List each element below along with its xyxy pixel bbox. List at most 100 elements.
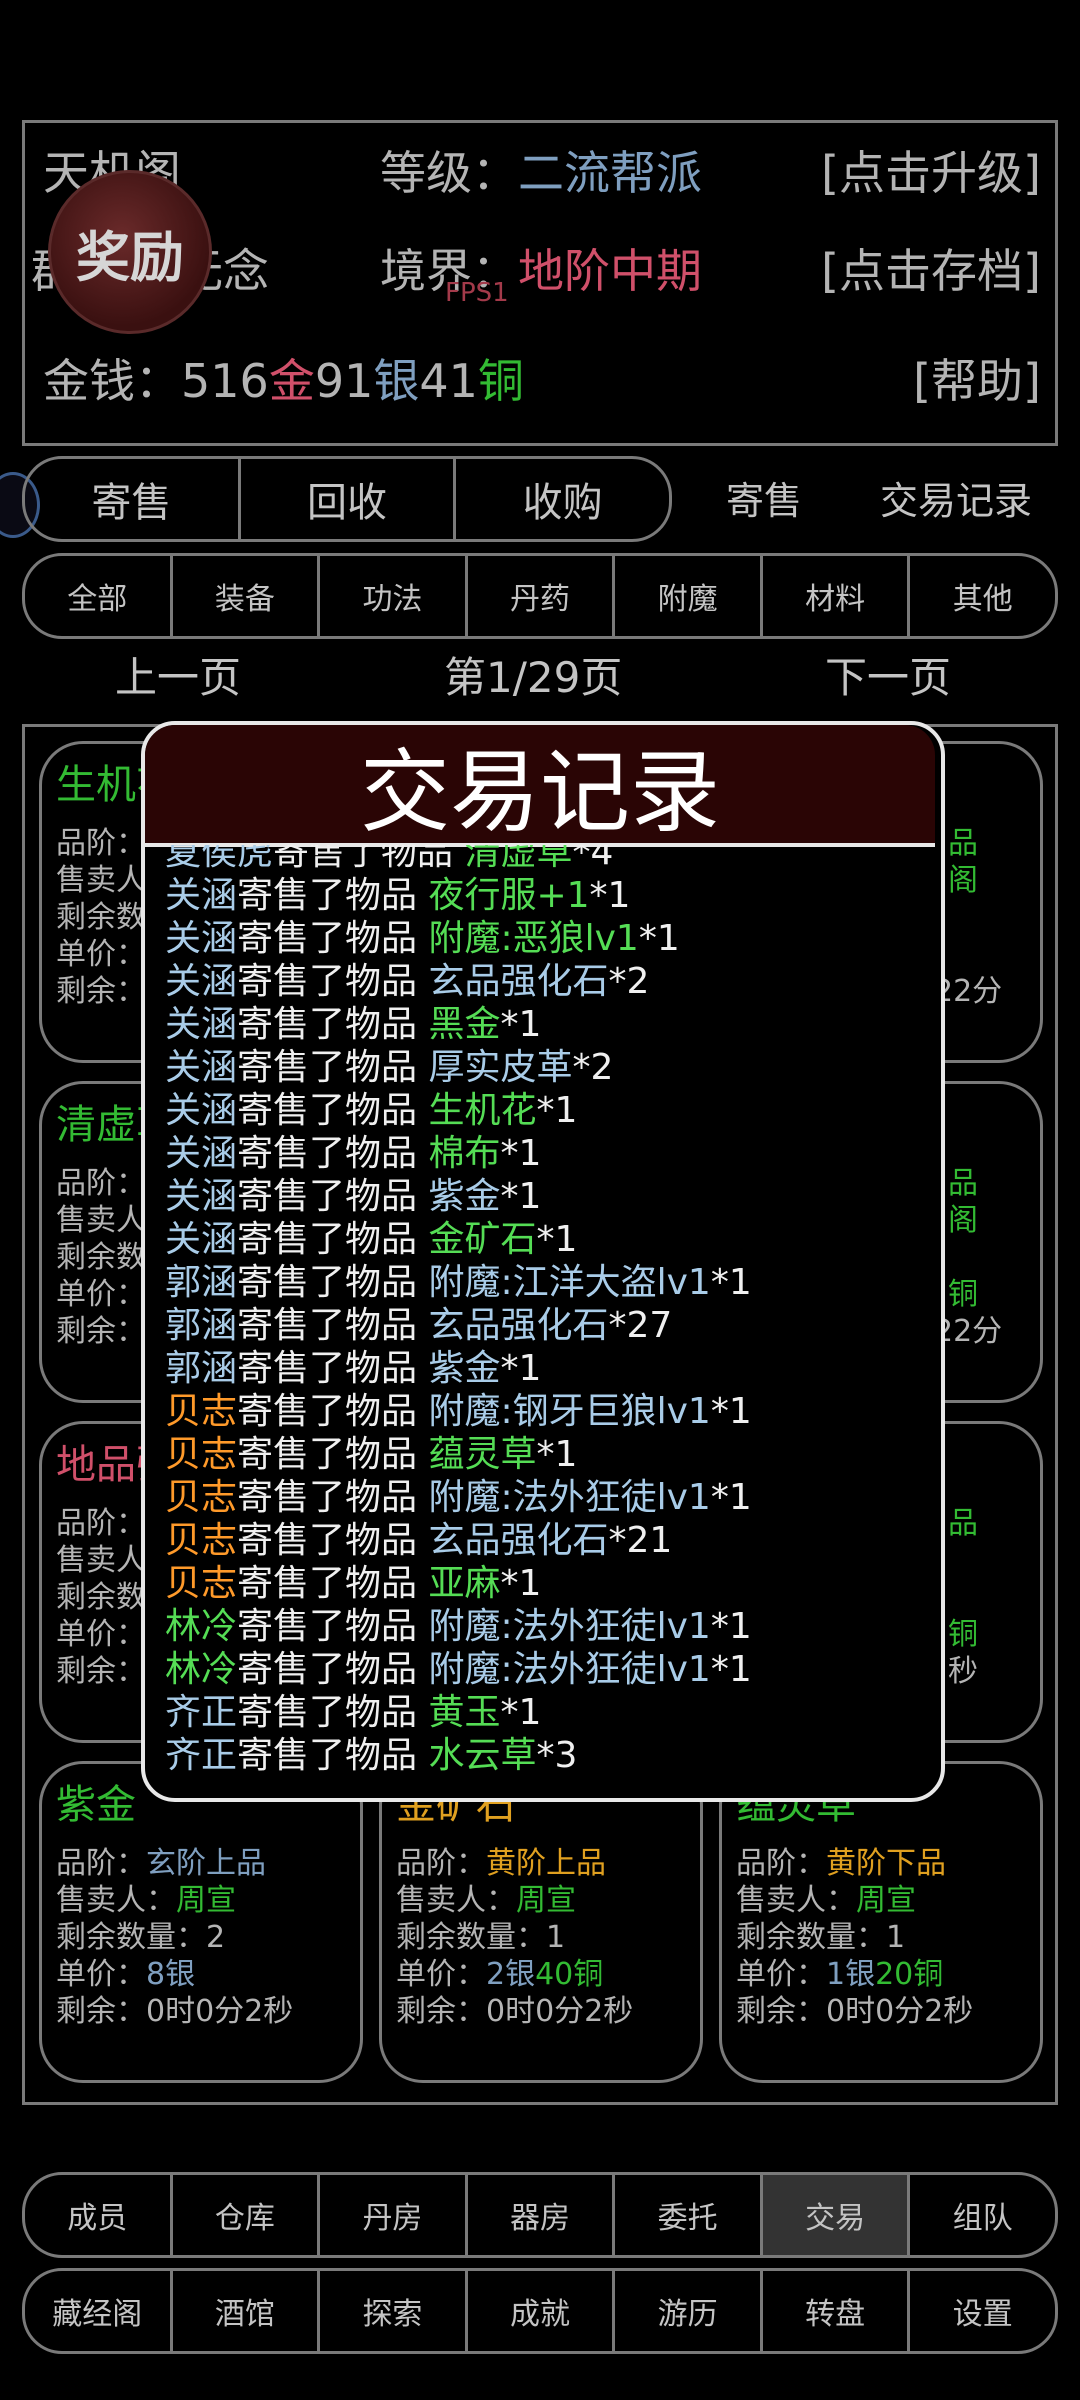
category-materials[interactable]: 材料 bbox=[763, 556, 911, 636]
listing-card[interactable]: 蕴灵草 品阶：黄阶下品 售卖人：周宣 剩余数量：1 单价：1银20铜 剩余：0时… bbox=[719, 1761, 1043, 2083]
category-equipment[interactable]: 装备 bbox=[173, 556, 321, 636]
record-item: 玄品强化石 bbox=[428, 961, 609, 1002]
record-verb: 寄售了物品 bbox=[237, 1348, 429, 1389]
item-remaining: 0时0分2秒 bbox=[826, 1994, 974, 2029]
record-item: 附魔:法外狂徒lv1 bbox=[428, 1649, 711, 1690]
remaining-label: 剩余： bbox=[56, 974, 146, 1009]
nav-library[interactable]: 藏经阁 bbox=[25, 2271, 173, 2351]
record-player: 贝志 bbox=[165, 1477, 238, 1518]
reward-button[interactable]: 奖励 bbox=[48, 170, 212, 334]
record-player: 贝志 bbox=[165, 1563, 238, 1604]
listing-card[interactable]: 紫金 品阶：玄阶上品 售卖人：周宣 剩余数量：2 单价：8银 剩余：0时0分2秒 bbox=[39, 1761, 363, 2083]
nav-warehouse[interactable]: 仓库 bbox=[173, 2175, 321, 2255]
record-quantity: *1 bbox=[500, 1348, 542, 1389]
trade-record-row: 关涵寄售了物品 厚实皮革*2 bbox=[165, 1046, 613, 1089]
category-skills[interactable]: 功法 bbox=[320, 556, 468, 636]
gold-unit: 金 bbox=[268, 354, 315, 408]
record-verb: 寄售了物品 bbox=[237, 1606, 429, 1647]
silver-amount: 91 bbox=[314, 354, 374, 408]
remaining-label: 剩余： bbox=[736, 1994, 826, 2029]
record-verb: 寄售了物品 bbox=[273, 845, 465, 873]
record-quantity: *1 bbox=[710, 1262, 752, 1303]
record-item: 紫金 bbox=[428, 1348, 501, 1389]
record-verb: 寄售了物品 bbox=[237, 875, 429, 916]
trade-record-row: 齐正寄售了物品 黄玉*1 bbox=[165, 1691, 541, 1734]
record-quantity: *1 bbox=[710, 1391, 752, 1432]
record-item: 附魔:法外狂徒lv1 bbox=[428, 1477, 711, 1518]
record-verb: 寄售了物品 bbox=[237, 1563, 429, 1604]
category-pills[interactable]: 丹药 bbox=[468, 556, 616, 636]
nav-alchemy-room[interactable]: 丹房 bbox=[320, 2175, 468, 2255]
record-player: 贝志 bbox=[165, 1391, 238, 1432]
record-player: 关涵 bbox=[165, 1133, 238, 1174]
trade-records-list[interactable]: 夏侯虎寄售了物品 清虚草*4 关涵寄售了物品 夜行服+1*1 关涵寄售了物品 附魔:… bbox=[165, 845, 925, 1780]
save-link[interactable]: [点击存档] bbox=[821, 235, 1041, 301]
nav-team[interactable]: 组队 bbox=[910, 2175, 1055, 2255]
trade-record-row: 关涵寄售了物品 夜行服+1*1 bbox=[165, 874, 630, 917]
nav-forge-room[interactable]: 器房 bbox=[468, 2175, 616, 2255]
category-enchant[interactable]: 附魔 bbox=[615, 556, 763, 636]
category-other[interactable]: 其他 bbox=[910, 556, 1055, 636]
record-verb: 寄售了物品 bbox=[237, 1434, 429, 1475]
nav-tavern[interactable]: 酒馆 bbox=[173, 2271, 321, 2351]
nav-trade[interactable]: 交易 bbox=[762, 2175, 911, 2255]
trade-records-link[interactable]: 交易记录 bbox=[880, 470, 1032, 525]
nav-members[interactable]: 成员 bbox=[25, 2175, 173, 2255]
record-verb: 寄售了物品 bbox=[237, 1692, 429, 1733]
record-verb: 寄售了物品 bbox=[237, 1477, 429, 1518]
tab-purchase[interactable]: 收购 bbox=[456, 459, 669, 539]
trade-record-row: 贝志寄售了物品 玄品强化石*21 bbox=[165, 1519, 672, 1562]
record-player: 关涵 bbox=[165, 1004, 238, 1045]
remaining-label: 剩余： bbox=[56, 1654, 146, 1689]
listing-card[interactable]: 金矿石 品阶：黄阶上品 售卖人：周宣 剩余数量：1 单价：2银40铜 剩余：0时… bbox=[379, 1761, 703, 2083]
item-remaining: 秒 bbox=[948, 1654, 978, 1689]
trade-record-row: 关涵寄售了物品 紫金*1 bbox=[165, 1175, 541, 1218]
record-item: 附魔:法外狂徒lv1 bbox=[428, 1606, 711, 1647]
nav-wheel[interactable]: 转盘 bbox=[763, 2271, 911, 2351]
trade-records-dialog: 交易记录 夏侯虎寄售了物品 清虚草*4 关涵寄售了物品 夜行服+1*1 关涵寄售了物… bbox=[141, 721, 945, 1802]
record-player: 关涵 bbox=[165, 875, 238, 916]
record-quantity: *1 bbox=[500, 1004, 542, 1045]
record-item: 生机花 bbox=[428, 1090, 537, 1131]
record-player: 关涵 bbox=[165, 961, 238, 1002]
category-filter-bar: 全部 装备 功法 丹药 附魔 材料 其他 bbox=[22, 553, 1058, 639]
prev-page-button[interactable]: 上一页 bbox=[115, 644, 241, 705]
record-item: 厚实皮革 bbox=[428, 1047, 573, 1088]
item-seller: 阁 bbox=[948, 863, 978, 898]
nav-achievements[interactable]: 成就 bbox=[468, 2271, 616, 2351]
record-player: 齐正 bbox=[165, 1735, 238, 1776]
tab-consign[interactable]: 寄售 bbox=[25, 459, 241, 539]
record-item: 棉布 bbox=[428, 1133, 501, 1174]
nav-explore[interactable]: 探索 bbox=[320, 2271, 468, 2351]
trade-record-row: 贝志寄售了物品 亚麻*1 bbox=[165, 1562, 541, 1605]
nav-travel[interactable]: 游历 bbox=[615, 2271, 763, 2351]
nav-settings[interactable]: 设置 bbox=[910, 2271, 1055, 2351]
realm-row: 境界：地阶中期 bbox=[380, 235, 702, 301]
remaining-row: 剩余：0时0分2秒 bbox=[736, 1986, 973, 2030]
nav-commission[interactable]: 委托 bbox=[615, 2175, 763, 2255]
bottom-nav-row-1: 成员 仓库 丹房 器房 委托 交易 组队 bbox=[22, 2172, 1058, 2258]
help-link[interactable]: [帮助] bbox=[913, 345, 1041, 411]
item-quantity: 2 bbox=[206, 1920, 226, 1955]
record-player: 林冷 bbox=[165, 1606, 238, 1647]
realm-value: 地阶中期 bbox=[518, 244, 702, 298]
trade-record-row: 关涵寄售了物品 生机花*1 bbox=[165, 1089, 577, 1132]
record-quantity: *1 bbox=[710, 1477, 752, 1518]
category-all[interactable]: 全部 bbox=[25, 556, 173, 636]
record-quantity: *1 bbox=[500, 1563, 542, 1604]
record-item: 水云草 bbox=[428, 1735, 537, 1776]
consign-link[interactable]: 寄售 bbox=[726, 470, 802, 525]
record-player: 郭涵 bbox=[165, 1305, 238, 1346]
upgrade-link[interactable]: [点击升级] bbox=[821, 137, 1041, 203]
copper-amount: 41 bbox=[419, 354, 478, 408]
trade-record-row: 关涵寄售了物品 玄品强化石*2 bbox=[165, 960, 649, 1003]
tab-recycle[interactable]: 回收 bbox=[241, 459, 457, 539]
trade-record-row: 夏侯虎寄售了物品 清虚草*4 bbox=[165, 845, 613, 874]
record-quantity: *21 bbox=[608, 1520, 673, 1561]
record-item: 附魔:钢牙巨狼lv1 bbox=[428, 1391, 711, 1432]
record-item: 玄品强化石 bbox=[428, 1305, 609, 1346]
next-page-button[interactable]: 下一页 bbox=[825, 644, 951, 705]
record-verb: 寄售了物品 bbox=[237, 1219, 429, 1260]
record-item: 黑金 bbox=[428, 1004, 501, 1045]
record-quantity: *4 bbox=[572, 845, 614, 873]
